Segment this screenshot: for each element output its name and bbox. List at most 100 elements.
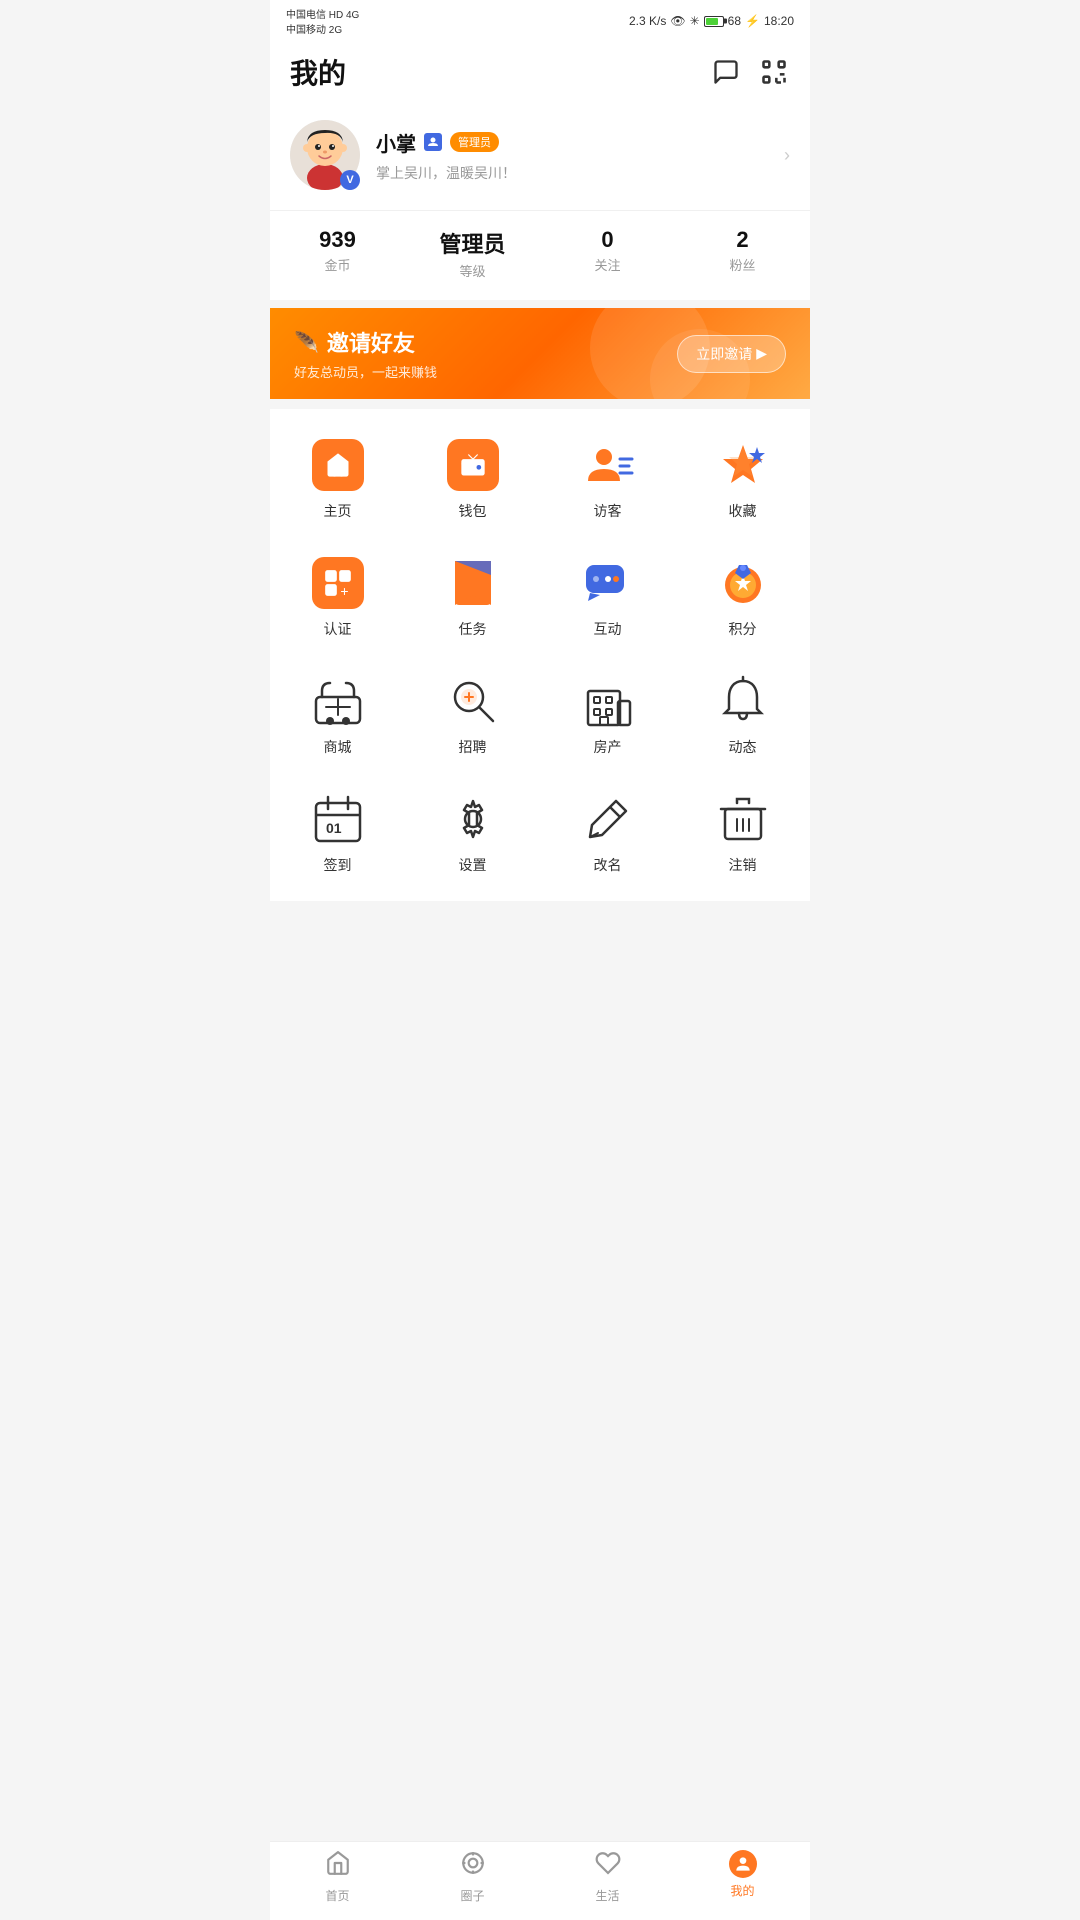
settings-label: 设置	[459, 855, 487, 875]
home-icon	[312, 439, 364, 491]
status-bar: 中国电信 HD 4G 中国移动 2G 2.3 K/s 👁 ✳ 68 ⚡ 18:2…	[270, 0, 810, 40]
grid-item-interact[interactable]: 互动	[540, 537, 675, 655]
bluetooth-icon: ✳	[690, 14, 700, 28]
carrier-info: 中国电信 HD 4G 中国移动 2G	[286, 6, 359, 36]
message-icon[interactable]	[710, 56, 742, 88]
avatar-verified-badge: V	[340, 170, 360, 190]
grid-item-points[interactable]: 积分	[675, 537, 810, 655]
grid-item-notification[interactable]: 动态	[675, 655, 810, 773]
job-label: 招聘	[459, 737, 487, 757]
stat-following[interactable]: 0 关注	[540, 227, 675, 280]
battery-percent: 68	[728, 14, 741, 28]
job-icon	[447, 675, 499, 727]
time: 18:20	[764, 14, 794, 28]
stat-following-value: 0	[540, 227, 675, 253]
nav-home[interactable]: 首页	[270, 1850, 405, 1904]
logout-icon	[717, 793, 769, 845]
grid-item-task[interactable]: 任务	[405, 537, 540, 655]
profile-name: 小掌	[376, 128, 416, 157]
battery-icon	[704, 16, 724, 27]
carrier2: 中国移动 2G	[286, 21, 359, 36]
stat-level-label: 等级	[405, 261, 540, 280]
shop-icon	[312, 675, 364, 727]
realestate-icon	[582, 675, 634, 727]
wallet-icon	[447, 439, 499, 491]
nav-life-label: 生活	[595, 1887, 619, 1904]
notification-icon	[717, 675, 769, 727]
scan-icon[interactable]	[758, 56, 790, 88]
grid-item-home[interactable]: 主页	[270, 419, 405, 537]
interact-icon	[582, 557, 634, 609]
banner-left: 🪶 邀请好友 好友总动员，一起来赚钱	[294, 326, 437, 381]
stat-coins[interactable]: 939 金币	[270, 227, 405, 280]
nav-life[interactable]: 生活	[540, 1850, 675, 1904]
grid-item-shop[interactable]: 商城	[270, 655, 405, 773]
stat-coins-value: 939	[270, 227, 405, 253]
nav-home-icon	[325, 1850, 351, 1883]
invite-banner[interactable]: 🪶 邀请好友 好友总动员，一起来赚钱 立即邀请 ▶	[270, 308, 810, 399]
points-icon	[717, 557, 769, 609]
invite-button[interactable]: 立即邀请 ▶	[677, 335, 786, 373]
notification-label: 动态	[729, 737, 757, 757]
stat-level[interactable]: 管理员 等级	[405, 227, 540, 280]
settings-icon	[447, 793, 499, 845]
nav-home-label: 首页	[325, 1887, 349, 1904]
favorite-icon	[717, 439, 769, 491]
header: 我的	[270, 40, 810, 104]
grid-item-logout[interactable]: 注销	[675, 773, 810, 891]
svg-text:01: 01	[326, 820, 342, 836]
realestate-label: 房产	[594, 737, 622, 757]
visitor-icon	[582, 439, 634, 491]
grid-item-settings[interactable]: 设置	[405, 773, 540, 891]
arrow-icon: ▶	[756, 345, 767, 362]
grid-section: 主页 钱包	[270, 409, 810, 901]
task-icon	[447, 557, 499, 609]
stat-level-value: 管理员	[405, 227, 540, 259]
grid-item-visitor[interactable]: 访客	[540, 419, 675, 537]
nav-mine-avatar	[729, 1850, 757, 1878]
grid-item-job[interactable]: 招聘	[405, 655, 540, 773]
grid-item-favorite[interactable]: 收藏	[675, 419, 810, 537]
grid-item-checkin[interactable]: 01 签到	[270, 773, 405, 891]
svg-text:+: +	[340, 583, 348, 597]
header-icons	[710, 56, 790, 88]
status-right: 2.3 K/s 👁 ✳ 68 ⚡ 18:20	[629, 14, 794, 28]
nav-mine-label: 我的	[730, 1882, 754, 1899]
visitor-label: 访客	[594, 501, 622, 521]
profile-section: V 小掌 管理员 掌上吴川，温暖吴川！ ›	[270, 104, 810, 211]
banner-title: 🪶 邀请好友	[294, 326, 437, 358]
page-title: 我的	[290, 52, 346, 92]
verify-icon: +	[312, 557, 364, 609]
task-label: 任务	[459, 619, 487, 639]
home-label: 主页	[324, 501, 352, 521]
banner-subtitle: 好友总动员，一起来赚钱	[294, 362, 437, 381]
stat-fans[interactable]: 2 粉丝	[675, 227, 810, 280]
nav-circle-label: 圈子	[460, 1887, 484, 1904]
grid-item-realestate[interactable]: 房产	[540, 655, 675, 773]
favorite-label: 收藏	[729, 501, 757, 521]
profile-arrow-icon[interactable]: ›	[784, 145, 790, 166]
profile-bio: 掌上吴川，温暖吴川！	[376, 163, 768, 183]
grid-item-rename[interactable]: 改名	[540, 773, 675, 891]
avatar-wrap[interactable]: V	[290, 120, 360, 190]
stat-fans-label: 粉丝	[675, 255, 810, 274]
rename-icon	[582, 793, 634, 845]
grid-item-verify[interactable]: + 认证	[270, 537, 405, 655]
user-type-icon	[424, 133, 442, 151]
grid-item-wallet[interactable]: 钱包	[405, 419, 540, 537]
rename-label: 改名	[594, 855, 622, 875]
points-label: 积分	[729, 619, 757, 639]
stat-fans-value: 2	[675, 227, 810, 253]
nav-circle-icon	[460, 1850, 486, 1883]
shop-label: 商城	[324, 737, 352, 757]
nav-circle[interactable]: 圈子	[405, 1850, 540, 1904]
checkin-icon: 01	[312, 793, 364, 845]
verify-label: 认证	[324, 619, 352, 639]
logout-label: 注销	[729, 855, 757, 875]
carrier1: 中国电信 HD 4G	[286, 6, 359, 21]
bolt-icon: ⚡	[745, 14, 760, 28]
admin-badge: 管理员	[450, 132, 499, 152]
wallet-label: 钱包	[459, 501, 487, 521]
profile-info: 小掌 管理员 掌上吴川，温暖吴川！	[376, 128, 768, 183]
nav-mine[interactable]: 我的	[675, 1850, 810, 1904]
